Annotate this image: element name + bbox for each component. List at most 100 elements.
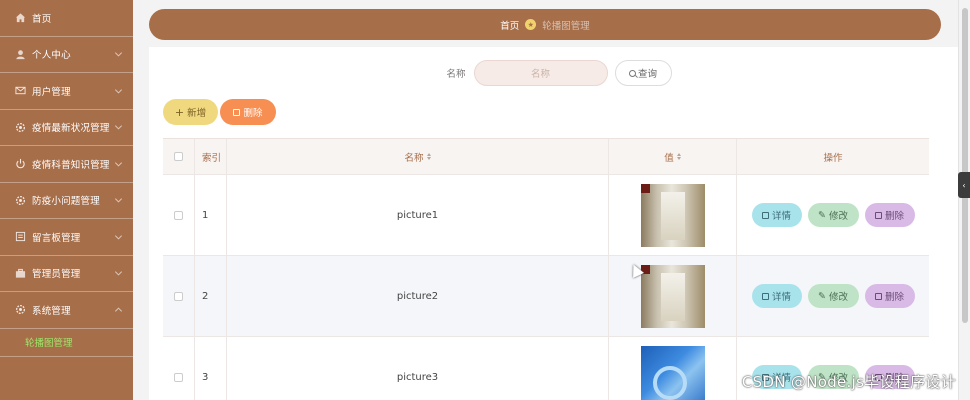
query-button[interactable]: 查询 bbox=[614, 60, 672, 86]
trash-icon bbox=[874, 292, 882, 300]
row-index: 3 bbox=[202, 371, 209, 383]
add-button[interactable]: + 新增 bbox=[163, 99, 218, 125]
row-index: 2 bbox=[202, 290, 209, 302]
search-label: 名称 bbox=[446, 69, 466, 80]
select-all-checkbox[interactable] bbox=[174, 152, 183, 161]
main-content: 首页 ★ 轮播图管理 名称 名称 查询 + 新增 删除 索引 名称 值 操作 1… bbox=[133, 0, 969, 400]
breadcrumb: 首页 ★ 轮播图管理 bbox=[149, 9, 941, 40]
search-input[interactable]: 名称 bbox=[473, 60, 608, 86]
header-name-sortable[interactable]: 名称 bbox=[227, 139, 609, 174]
chevron-down-icon bbox=[114, 86, 123, 94]
chevron-down-icon bbox=[114, 122, 123, 130]
table-row: 2 picture2 详情 ✎ 修改 删除 bbox=[163, 256, 929, 337]
sidebar-item-science-knowledge[interactable]: 疫情科普知识管理 bbox=[0, 146, 133, 183]
edit-label: 修改 bbox=[828, 211, 848, 222]
vertical-scrollbar[interactable] bbox=[958, 0, 970, 400]
sidebar: 首页 个人中心 用户管理 疫情最新状况管理 疫情科普知识管理 防疫小问题管理 留… bbox=[0, 0, 133, 400]
sidebar-item-epidemic-status[interactable]: 疫情最新状况管理 bbox=[0, 110, 133, 146]
sort-icon bbox=[676, 153, 681, 160]
row-name: picture2 bbox=[396, 290, 439, 302]
row-name: picture1 bbox=[396, 209, 439, 221]
sidebar-item-home[interactable]: 首页 bbox=[0, 0, 133, 37]
sidebar-item-system-management[interactable]: 系统管理 bbox=[0, 292, 133, 329]
watermark: CSDN @Node.js毕设程序设计 bbox=[741, 373, 956, 391]
row-thumbnail[interactable] bbox=[640, 345, 705, 400]
search-placeholder: 名称 bbox=[530, 69, 550, 80]
sidebar-item-label: 个人中心 bbox=[32, 50, 71, 62]
briefcase-icon bbox=[14, 267, 26, 279]
sort-icon bbox=[426, 153, 431, 160]
sidebar-item-label: 系统管理 bbox=[32, 305, 71, 317]
chevron-down-icon bbox=[114, 232, 123, 240]
pencil-icon: ✎ bbox=[818, 209, 826, 221]
table-header: 索引 名称 值 操作 bbox=[163, 139, 929, 175]
row-index: 1 bbox=[202, 209, 209, 221]
scrollbar-thumb[interactable] bbox=[962, 8, 968, 323]
edit-button[interactable]: ✎ 修改 bbox=[807, 203, 859, 227]
row-thumbnail[interactable] bbox=[640, 183, 705, 247]
row-checkbox[interactable] bbox=[174, 210, 183, 220]
sidebar-item-label: 首页 bbox=[32, 13, 52, 25]
sidebar-item-label: 疫情最新状况管理 bbox=[32, 123, 110, 135]
batch-delete-button[interactable]: 删除 bbox=[220, 99, 276, 125]
header-value: 值 bbox=[664, 152, 674, 164]
table-row: 1 picture1 详情 ✎ 修改 删除 bbox=[163, 175, 929, 256]
star-icon: ★ bbox=[525, 19, 537, 30]
detail-button[interactable]: 详情 bbox=[751, 203, 802, 227]
sidebar-item-prevention-questions[interactable]: 防疫小问题管理 bbox=[0, 183, 133, 219]
sidebar-item-personal-center[interactable]: 个人中心 bbox=[0, 37, 133, 73]
plus-icon: + bbox=[174, 105, 185, 119]
trash-icon bbox=[874, 211, 882, 219]
gear-icon bbox=[14, 121, 26, 133]
chevron-up-icon bbox=[114, 307, 123, 315]
chevron-down-icon bbox=[114, 49, 123, 57]
search-icon bbox=[628, 69, 636, 77]
delete-label: 删除 bbox=[884, 211, 904, 222]
sidebar-item-user-management[interactable]: 用户管理 bbox=[0, 73, 133, 110]
sidebar-item-message-board[interactable]: 留言板管理 bbox=[0, 219, 133, 256]
sidebar-item-admin-management[interactable]: 管理员管理 bbox=[0, 256, 133, 292]
breadcrumb-home[interactable]: 首页 bbox=[500, 18, 519, 32]
sidebar-subitem-label: 轮播图管理 bbox=[25, 338, 73, 349]
row-checkbox[interactable] bbox=[174, 291, 183, 301]
edit-button[interactable]: ✎ 修改 bbox=[807, 284, 859, 308]
header-name: 名称 bbox=[404, 152, 424, 164]
header-index: 索引 bbox=[202, 152, 222, 164]
collapse-arrow-icon[interactable]: ‹ bbox=[958, 172, 970, 198]
row-thumbnail[interactable] bbox=[640, 264, 705, 328]
pencil-icon: ✎ bbox=[818, 290, 826, 302]
list-icon bbox=[14, 231, 26, 243]
detail-label: 详情 bbox=[771, 292, 791, 303]
header-ops: 操作 bbox=[823, 152, 843, 164]
sidebar-item-label: 疫情科普知识管理 bbox=[32, 159, 110, 171]
sidebar-item-label: 用户管理 bbox=[32, 86, 71, 98]
document-icon bbox=[761, 211, 769, 219]
sidebar-subitem-carousel[interactable]: 轮播图管理 bbox=[0, 329, 133, 357]
sidebar-item-label: 留言板管理 bbox=[32, 232, 81, 244]
query-label: 查询 bbox=[637, 69, 657, 80]
detail-button[interactable]: 详情 bbox=[751, 284, 802, 308]
trash-icon bbox=[233, 108, 241, 116]
home-icon bbox=[14, 12, 26, 24]
detail-label: 详情 bbox=[771, 211, 791, 222]
edit-label: 修改 bbox=[828, 292, 848, 303]
delete-button[interactable]: 删除 bbox=[864, 284, 915, 308]
data-table: 索引 名称 值 操作 1 picture1 详情 ✎ 修改 删除 2 pictu… bbox=[163, 138, 929, 400]
gear-icon bbox=[14, 194, 26, 206]
add-label: 新增 bbox=[187, 108, 207, 119]
gear-icon bbox=[14, 304, 26, 316]
chevron-down-icon bbox=[114, 195, 123, 203]
sidebar-item-label: 管理员管理 bbox=[32, 269, 81, 281]
breadcrumb-current: 轮播图管理 bbox=[542, 20, 590, 32]
user-icon bbox=[14, 48, 26, 60]
header-value-sortable[interactable]: 值 bbox=[609, 139, 737, 174]
delete-label: 删除 bbox=[243, 108, 263, 119]
delete-button[interactable]: 删除 bbox=[864, 203, 915, 227]
content-panel: 名称 名称 查询 + 新增 删除 索引 名称 值 操作 1 picture1 详… bbox=[149, 47, 969, 400]
chevron-down-icon bbox=[114, 268, 123, 276]
delete-label: 删除 bbox=[884, 292, 904, 303]
search-bar: 名称 名称 查询 bbox=[149, 60, 969, 86]
document-icon bbox=[761, 292, 769, 300]
row-checkbox[interactable] bbox=[174, 372, 183, 382]
sidebar-item-label: 防疫小问题管理 bbox=[32, 196, 100, 208]
